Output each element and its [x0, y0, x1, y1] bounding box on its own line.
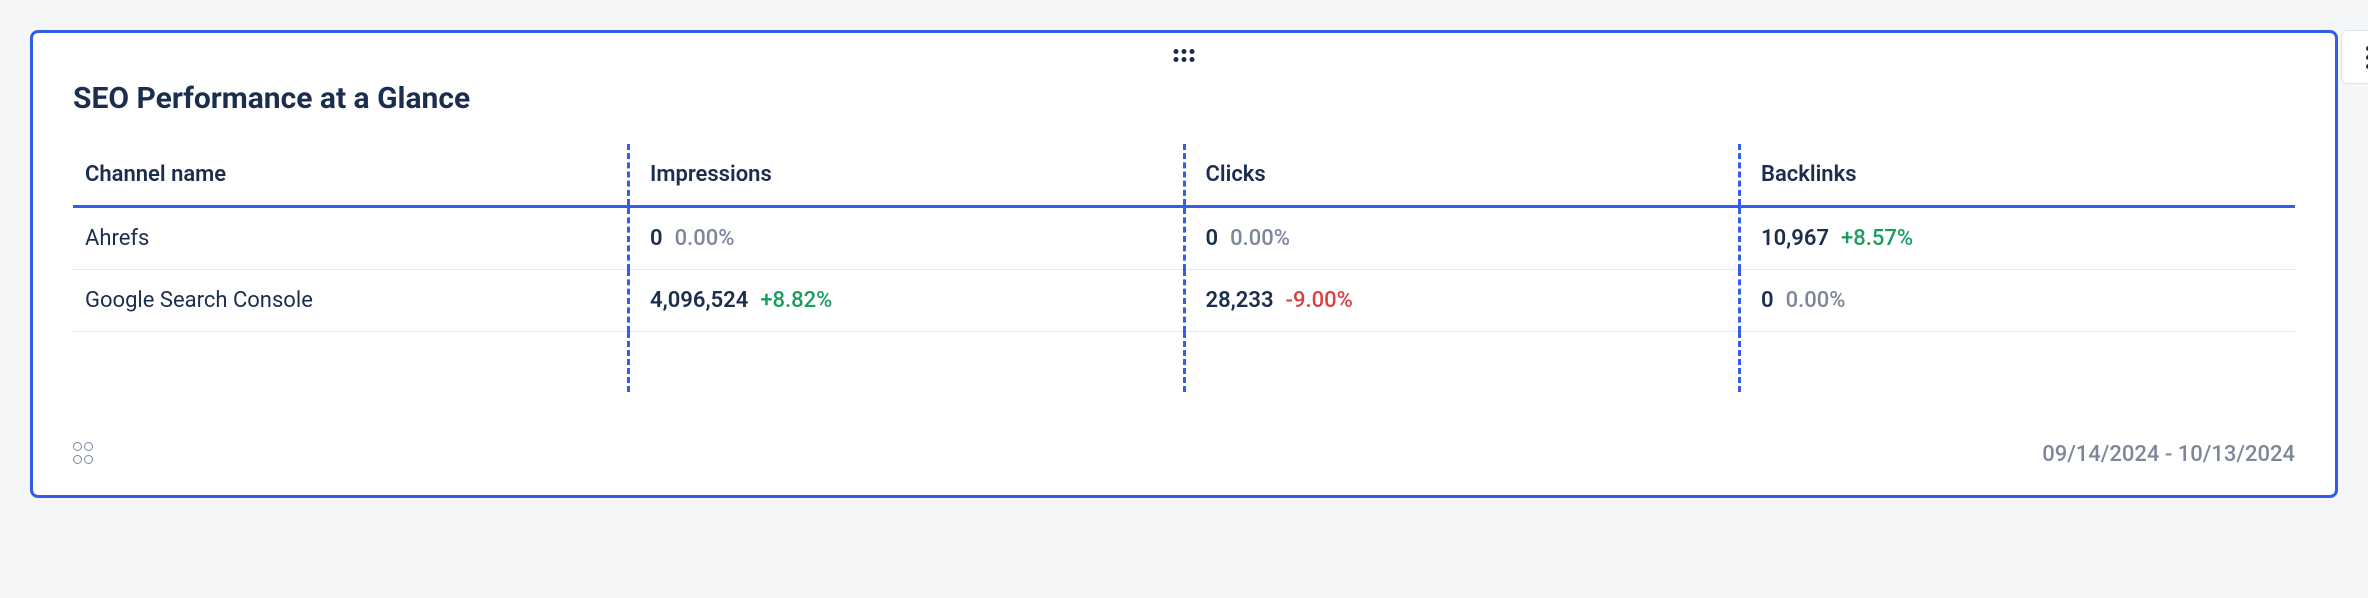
- cell-backlinks: 10,967 +8.57%: [1740, 207, 2296, 270]
- cell-impressions: 0 0.00%: [629, 207, 1185, 270]
- impressions-change: 0.00%: [675, 226, 735, 251]
- table-row: Google Search Console 4,096,524 +8.82% 28,2…: [73, 270, 2295, 332]
- table-row: Ahrefs 0 0.00% 0 0.00% 10,967 +8.57%: [73, 207, 2295, 270]
- cell-clicks: 0 0.00%: [1184, 207, 1740, 270]
- card-footer: 09/14/2024 - 10/13/2024: [73, 442, 2295, 467]
- cell-clicks: 28,233 -9.00%: [1184, 270, 1740, 332]
- clicks-value: 28,233: [1206, 288, 1274, 313]
- seo-performance-widget: SEO Performance at a Glance Channel name…: [30, 30, 2338, 498]
- header-clicks: Clicks: [1184, 144, 1740, 207]
- cell-channel: Ahrefs: [73, 207, 629, 270]
- seo-table: Channel name Impressions Clicks Backlink…: [73, 144, 2295, 392]
- impressions-value: 0: [650, 226, 663, 251]
- cell-impressions: 4,096,524 +8.82%: [629, 270, 1185, 332]
- clicks-change: 0.00%: [1230, 226, 1290, 251]
- card-container: SEO Performance at a Glance Channel name…: [30, 30, 2338, 498]
- card-title: SEO Performance at a Glance: [73, 81, 2295, 116]
- backlinks-value: 10,967: [1761, 226, 1829, 251]
- more-options-button[interactable]: [2341, 30, 2368, 84]
- backlinks-change: +8.57%: [1841, 226, 1913, 251]
- spacer-row: [73, 332, 2295, 392]
- cell-backlinks: 0 0.00%: [1740, 270, 2296, 332]
- backlinks-change: 0.00%: [1786, 288, 1846, 313]
- header-backlinks: Backlinks: [1740, 144, 2296, 207]
- widgets-icon[interactable]: [73, 442, 97, 466]
- clicks-change: -9.00%: [1286, 288, 1353, 313]
- drag-handle-icon[interactable]: [1174, 49, 1195, 62]
- header-impressions: Impressions: [629, 144, 1185, 207]
- clicks-value: 0: [1206, 226, 1219, 251]
- cell-channel: Google Search Console: [73, 270, 629, 332]
- header-channel: Channel name: [73, 144, 629, 207]
- backlinks-value: 0: [1761, 288, 1774, 313]
- table-header-row: Channel name Impressions Clicks Backlink…: [73, 144, 2295, 207]
- date-range: 09/14/2024 - 10/13/2024: [2042, 442, 2295, 467]
- impressions-value: 4,096,524: [650, 288, 748, 313]
- impressions-change: +8.82%: [760, 288, 832, 313]
